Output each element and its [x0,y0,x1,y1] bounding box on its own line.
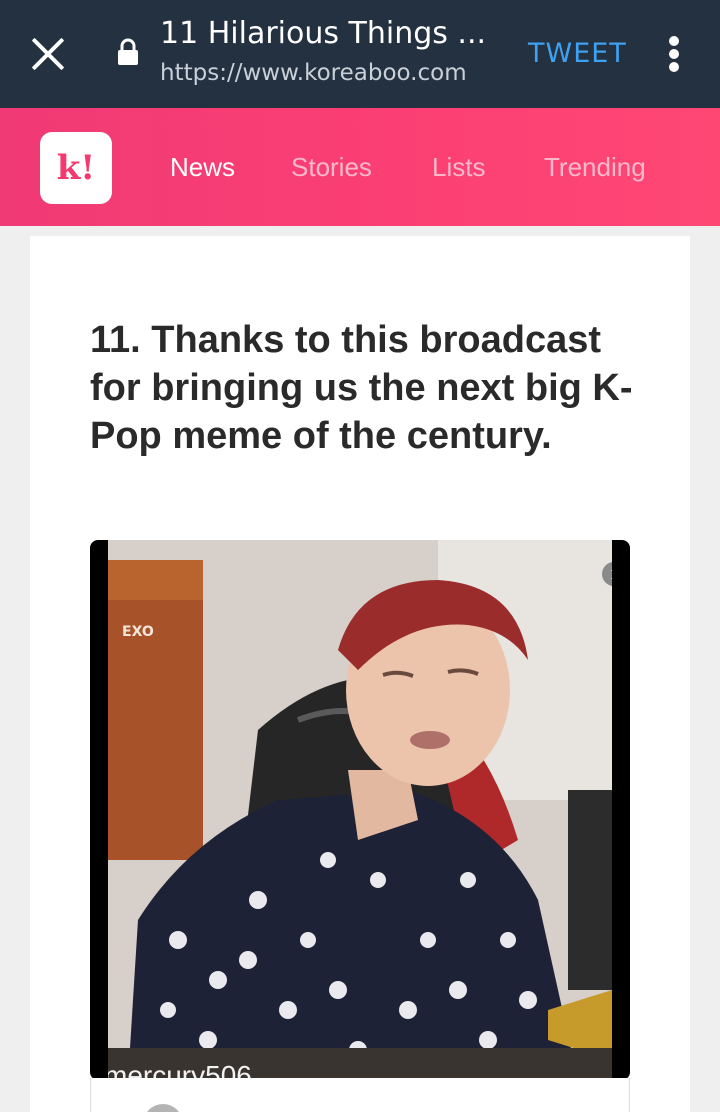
browser-header: 11 Hilarious Things ... https://www.kore… [0,0,720,108]
nav-item-lists[interactable]: Lists [432,152,485,183]
embedded-video[interactable]: EXO mercury506 [90,540,630,1080]
lock-icon [118,38,138,65]
nav-item-stories[interactable]: Stories [291,152,372,183]
page-url: https://www.koreaboo.com [160,60,467,86]
close-icon[interactable] [30,36,66,72]
embed-footer [90,1078,630,1112]
page-title: 11 Hilarious Things ... [160,16,487,51]
sign-text: EXO [122,624,154,640]
tweet-button[interactable]: TWEET [528,38,627,69]
nav-item-news[interactable]: News [170,152,235,183]
avatar[interactable] [143,1104,183,1112]
more-options-icon[interactable] [664,36,684,72]
article-heading: 11. Thanks to this broadcast for bringin… [90,319,633,457]
nav-item-trending[interactable]: Trending [544,152,646,183]
site-logo[interactable]: k! [40,132,112,204]
video-still: EXO [108,540,612,1080]
video-frame: EXO mercury506 [108,540,612,1080]
site-navbar: k! News Stories Lists Trending [0,108,720,226]
video-username-overlay: mercury506 [108,1060,252,1080]
article-card: 11. Thanks to this broadcast for bringin… [30,236,690,1112]
logo-text: k! [56,148,96,188]
